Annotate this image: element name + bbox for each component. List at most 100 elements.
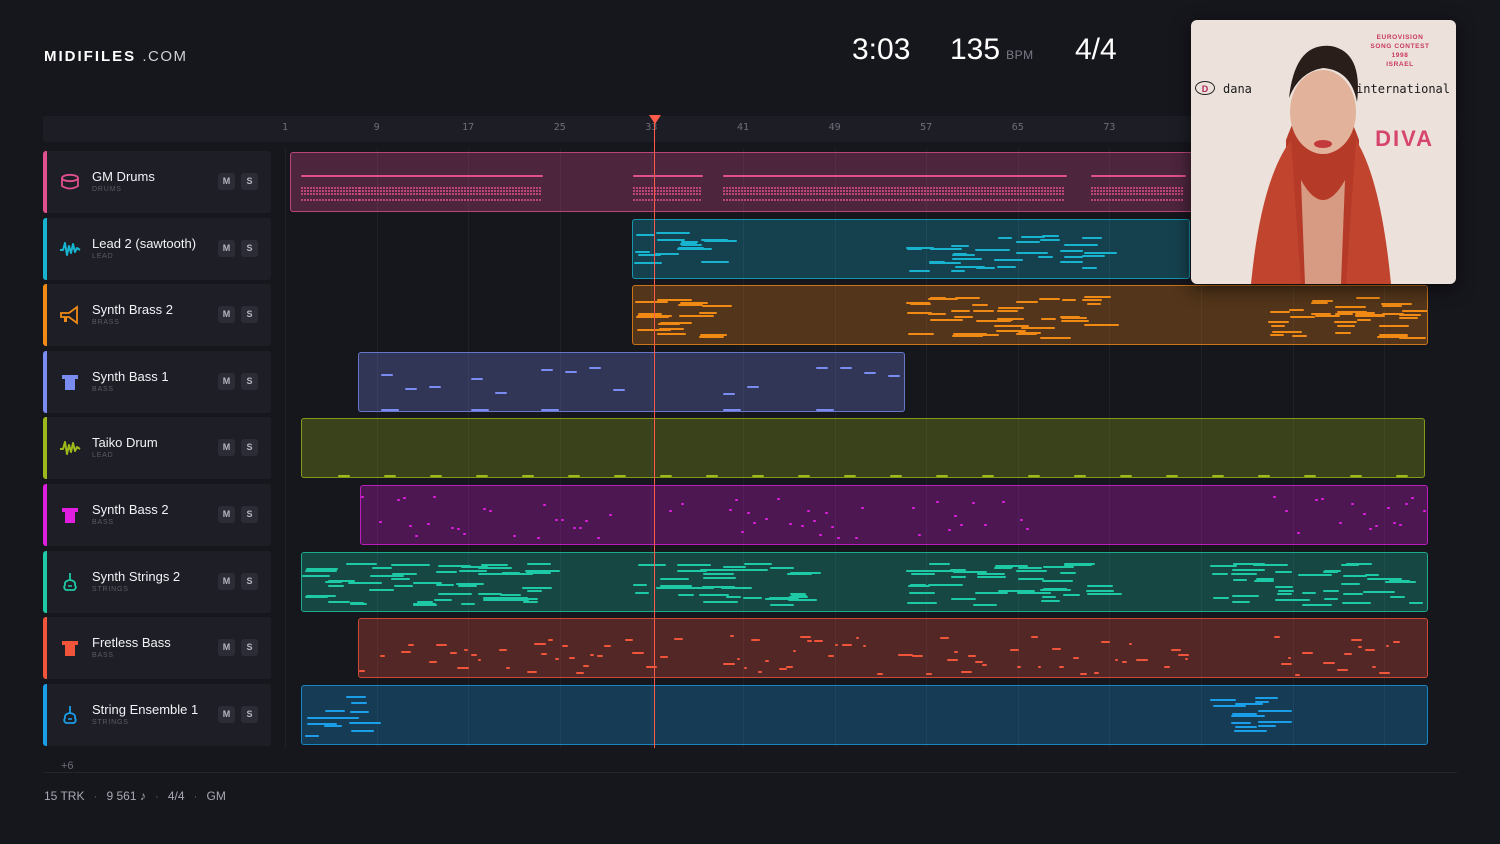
- solo-button[interactable]: S: [241, 705, 258, 723]
- midi-note: [500, 187, 502, 189]
- solo-button[interactable]: S: [241, 506, 258, 523]
- midi-note: [693, 193, 695, 195]
- midi-note: [530, 187, 532, 189]
- midi-note: [463, 533, 466, 535]
- midi-clip[interactable]: [632, 285, 1428, 346]
- midi-note: [993, 199, 995, 201]
- midi-note: [994, 566, 1012, 569]
- playhead[interactable]: [654, 118, 655, 748]
- midi-note: [470, 199, 472, 201]
- solo-button[interactable]: S: [241, 239, 258, 257]
- midi-note: [1011, 190, 1013, 192]
- midi-note: [972, 190, 974, 192]
- midi-note: [1235, 702, 1263, 705]
- track-header[interactable]: Synth Strings 2 STRINGS M S: [43, 550, 271, 613]
- track-name: GM Drums: [92, 169, 155, 184]
- mute-button[interactable]: M: [218, 173, 235, 190]
- midi-note: [319, 193, 321, 195]
- mute-button[interactable]: M: [218, 372, 235, 390]
- mute-button[interactable]: M: [218, 439, 235, 457]
- midi-note: [1381, 303, 1412, 306]
- midi-note: [1154, 193, 1156, 195]
- midi-note: [1115, 199, 1117, 201]
- midi-note: [1097, 187, 1099, 189]
- midi-note: [1097, 199, 1099, 201]
- midi-note: [906, 187, 908, 189]
- midi-clip[interactable]: [632, 218, 1190, 279]
- midi-note: [1091, 199, 1093, 201]
- midi-note: [428, 187, 430, 189]
- midi-note: [741, 531, 744, 533]
- mute-button[interactable]: M: [218, 239, 235, 257]
- track-header[interactable]: String Ensemble 1 STRINGS M S: [43, 683, 271, 746]
- midi-note: [771, 199, 773, 201]
- midi-clip[interactable]: [358, 351, 905, 412]
- midi-note: [403, 497, 406, 499]
- midi-note: [337, 190, 339, 192]
- playhead-marker[interactable]: [649, 115, 661, 124]
- mute-button[interactable]: M: [218, 506, 235, 523]
- midi-note: [951, 269, 965, 272]
- midi-note: [910, 583, 926, 586]
- midi-clip[interactable]: [358, 618, 1428, 679]
- midi-note: [359, 175, 543, 177]
- solo-button[interactable]: S: [241, 306, 258, 324]
- midi-note: [771, 193, 773, 195]
- midi-clip[interactable]: [360, 485, 1428, 545]
- solo-button[interactable]: S: [241, 639, 258, 657]
- midi-note: [461, 199, 463, 201]
- midi-note: [1343, 592, 1363, 595]
- midi-note: [1115, 193, 1117, 195]
- midi-note: [334, 199, 336, 201]
- midi-note: [1169, 187, 1171, 189]
- midi-note: [936, 199, 938, 201]
- solo-button[interactable]: S: [241, 173, 258, 190]
- midi-note: [322, 190, 324, 192]
- midi-note: [397, 499, 400, 501]
- more-tracks-label[interactable]: +6: [61, 760, 74, 772]
- midi-note: [996, 193, 998, 195]
- track-header[interactable]: Synth Bass 1 BASS M S: [43, 350, 271, 413]
- midi-note: [819, 199, 821, 201]
- midi-note: [844, 475, 856, 478]
- midi-clip[interactable]: [301, 418, 1425, 479]
- midi-note: [655, 252, 679, 255]
- midi-note: [455, 199, 457, 201]
- midi-note: [340, 199, 342, 201]
- track-name: Synth Brass 2: [92, 302, 173, 318]
- midi-note: [1103, 190, 1105, 192]
- midi-note: [325, 580, 342, 583]
- track-header[interactable]: Synth Brass 2 BRASS M S: [43, 284, 271, 347]
- midi-note: [1020, 190, 1022, 192]
- solo-button[interactable]: S: [241, 439, 258, 457]
- midi-note: [355, 193, 357, 195]
- midi-note: [660, 577, 689, 580]
- track-header[interactable]: Lead 2 (sawtooth) LEAD M S: [43, 217, 271, 280]
- midi-note: [446, 193, 448, 195]
- midi-note: [758, 671, 762, 674]
- solo-button[interactable]: S: [241, 572, 258, 590]
- mute-button[interactable]: M: [218, 306, 235, 324]
- mute-button[interactable]: M: [218, 572, 235, 590]
- midi-note: [527, 589, 542, 592]
- midi-note: [362, 190, 364, 192]
- track-header[interactable]: Synth Bass 2 BASS M S: [43, 484, 271, 546]
- midi-note: [1139, 190, 1141, 192]
- midi-note: [1062, 299, 1076, 302]
- midi-note: [1163, 193, 1165, 195]
- midi-note: [858, 193, 860, 195]
- mute-button[interactable]: M: [218, 639, 235, 657]
- midi-note: [494, 193, 496, 195]
- midi-note: [696, 193, 698, 195]
- track-header[interactable]: Fretless Bass BASS M S: [43, 617, 271, 680]
- midi-note: [1005, 193, 1007, 195]
- midi-note: [753, 522, 756, 524]
- mute-button[interactable]: M: [218, 705, 235, 723]
- track-header[interactable]: Taiko Drum LEAD M S: [43, 417, 271, 480]
- midi-clip[interactable]: [301, 684, 1428, 745]
- midi-clip[interactable]: [301, 551, 1428, 612]
- track-header[interactable]: GM Drums DRUMS M S: [43, 151, 271, 213]
- midi-note: [499, 649, 507, 652]
- solo-button[interactable]: S: [241, 372, 258, 390]
- midi-note: [1017, 187, 1019, 189]
